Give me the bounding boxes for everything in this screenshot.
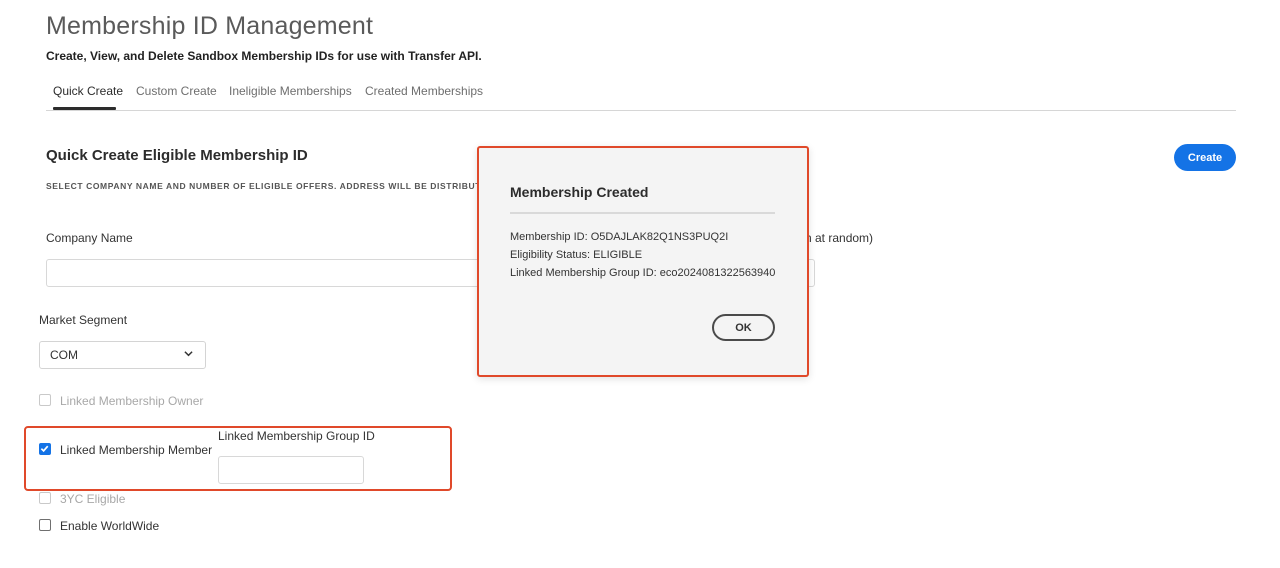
market-segment-value: COM <box>50 348 78 362</box>
linked-membership-owner-checkbox[interactable] <box>39 394 51 406</box>
linked-group-id-input[interactable] <box>218 456 364 484</box>
section-title: Quick Create Eligible Membership ID <box>46 147 308 164</box>
tab-created-memberships[interactable]: Created Memberships <box>365 84 483 98</box>
linked-membership-member-checkbox[interactable] <box>39 443 51 455</box>
dialog-title: Membership Created <box>510 184 649 200</box>
dialog-membership-id: Membership ID: O5DAJLAK82Q1NS3PUQ2I <box>510 231 729 243</box>
dialog-eligibility-status: Eligibility Status: ELIGIBLE <box>510 249 643 261</box>
dialog-divider <box>510 212 775 214</box>
company-name-label: Company Name <box>46 231 133 245</box>
market-segment-label: Market Segment <box>39 313 128 327</box>
enable-worldwide-label: Enable WorldWide <box>60 519 160 533</box>
enable-worldwide-checkbox[interactable] <box>39 519 51 531</box>
membership-created-dialog: Membership Created Membership ID: O5DAJL… <box>477 146 809 377</box>
offers-hint-text: n at random) <box>805 231 874 245</box>
chevron-down-icon <box>184 351 193 357</box>
checkmark-icon <box>40 445 49 453</box>
create-button[interactable]: Create <box>1174 144 1236 171</box>
linked-membership-member-label: Linked Membership Member <box>60 443 213 457</box>
three-yc-eligible-label: 3YC Eligible <box>60 492 126 506</box>
tab-custom-create[interactable]: Custom Create <box>136 84 217 98</box>
market-segment-select[interactable]: COM <box>39 341 206 369</box>
page-subtitle: Create, View, and Delete Sandbox Members… <box>46 49 482 63</box>
tab-bar: Quick Create Custom Create Ineligible Me… <box>46 76 1236 111</box>
ok-button[interactable]: OK <box>712 314 775 341</box>
page-title: Membership ID Management <box>46 12 374 40</box>
active-tab-indicator <box>53 107 116 110</box>
section-instructions: SELECT COMPANY NAME AND NUMBER OF ELIGIB… <box>46 181 495 191</box>
three-yc-eligible-checkbox[interactable] <box>39 492 51 504</box>
tab-quick-create[interactable]: Quick Create <box>53 84 123 98</box>
linked-membership-owner-label: Linked Membership Owner <box>60 394 204 408</box>
dialog-linked-group-id: Linked Membership Group ID: eco202408132… <box>510 267 776 279</box>
linked-group-id-label: Linked Membership Group ID <box>218 429 375 443</box>
tab-ineligible-memberships[interactable]: Ineligible Memberships <box>229 84 352 98</box>
